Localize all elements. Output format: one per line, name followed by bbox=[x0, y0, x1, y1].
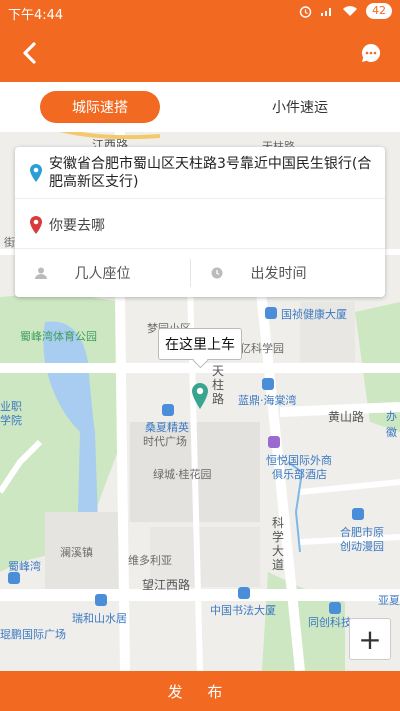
poi-marker bbox=[95, 594, 107, 606]
signal-icon bbox=[321, 8, 331, 16]
map-label: 黄山路 bbox=[328, 410, 365, 424]
departure-time-label: 出发时间 bbox=[250, 266, 307, 282]
trip-options-row: 几人座位 出发时间 bbox=[15, 249, 385, 297]
map-label: 创动漫园 bbox=[340, 540, 384, 553]
alarm-icon bbox=[299, 5, 312, 18]
publish-button[interactable]: 发 布 bbox=[0, 671, 400, 711]
poi-marker bbox=[8, 572, 20, 584]
back-button[interactable] bbox=[12, 36, 46, 70]
from-address-text: 安徽省合肥市蜀山区天柱路3号靠近中国民生银行(合肥高新区支行) bbox=[49, 156, 372, 190]
map-label: 科学大道 bbox=[272, 516, 285, 572]
seats-selector[interactable]: 几人座位 bbox=[15, 249, 190, 297]
seats-label: 几人座位 bbox=[74, 266, 131, 282]
map-label: 望江西路 bbox=[142, 578, 191, 592]
departure-time-selector[interactable]: 出发时间 bbox=[191, 249, 366, 297]
person-icon bbox=[35, 267, 47, 279]
location-pin-red-icon bbox=[30, 216, 42, 234]
poi-marker bbox=[162, 404, 174, 416]
mode-tabs: 城际速搭 小件速运 bbox=[0, 82, 400, 132]
back-arrow-icon bbox=[23, 42, 36, 64]
status-time: 下午4:44 bbox=[8, 8, 64, 23]
status-icons: 42 bbox=[299, 3, 392, 19]
map-label: 瑞和山水居 bbox=[72, 612, 127, 625]
tab-parcel-delivery[interactable]: 小件速运 bbox=[240, 91, 360, 123]
chat-button[interactable] bbox=[354, 36, 388, 70]
map-label: 徽 bbox=[386, 426, 397, 439]
chat-bubble-icon bbox=[361, 43, 381, 62]
zoom-in-button[interactable]: + bbox=[349, 618, 391, 660]
map-label: 天柱路 bbox=[212, 364, 225, 406]
map-label: 亿科学园 bbox=[240, 342, 284, 355]
map-label: 亚夏 bbox=[378, 594, 400, 607]
pickup-here-bubble: 在这里上车 bbox=[158, 328, 242, 360]
tab-intercity-ride[interactable]: 城际速搭 bbox=[40, 91, 160, 123]
from-address-row[interactable]: 安徽省合肥市蜀山区天柱路3号靠近中国民生银行(合肥高新区支行) bbox=[15, 147, 385, 199]
map-label: 学院 bbox=[0, 414, 22, 427]
map-label: 时代广场 bbox=[143, 435, 187, 448]
hotel-marker bbox=[268, 436, 280, 448]
map-label: 街 bbox=[4, 236, 15, 249]
map-label: 蓝鼎·海棠湾 bbox=[238, 394, 297, 407]
status-bar: 下午4:44 42 bbox=[0, 0, 400, 24]
poi-marker bbox=[352, 508, 364, 520]
clock-icon bbox=[211, 267, 223, 279]
map-label: 办 bbox=[386, 410, 397, 423]
poi-marker bbox=[265, 307, 277, 319]
wifi-icon bbox=[343, 6, 357, 16]
map-label: 蜀峰湾体育公园 bbox=[20, 330, 97, 343]
map-label: 维多利亚 bbox=[128, 554, 172, 567]
battery-indicator: 42 bbox=[366, 3, 392, 19]
map-label: 国祯健康大厦 bbox=[281, 308, 347, 321]
trip-form-card: 安徽省合肥市蜀山区天柱路3号靠近中国民生银行(合肥高新区支行) 你要去哪 几人座… bbox=[15, 147, 385, 297]
map-label: 中国书法大厦 bbox=[210, 604, 276, 617]
poi-marker bbox=[329, 602, 341, 614]
pickup-marker-icon bbox=[192, 383, 208, 409]
map-label: 俱乐部酒店 bbox=[272, 468, 327, 481]
map-label: 琨鹏国际广场 bbox=[0, 628, 66, 641]
map-label: 绿城·桂花园 bbox=[153, 468, 212, 481]
poi-marker bbox=[238, 587, 250, 599]
destination-placeholder: 你要去哪 bbox=[49, 218, 105, 234]
map-label: 澜溪镇 bbox=[60, 546, 93, 559]
location-pin-blue-icon bbox=[30, 164, 42, 182]
map-label: 同创科技 bbox=[308, 616, 352, 629]
poi-marker bbox=[262, 378, 274, 390]
destination-row[interactable]: 你要去哪 bbox=[15, 199, 385, 249]
app-bar bbox=[0, 24, 400, 82]
